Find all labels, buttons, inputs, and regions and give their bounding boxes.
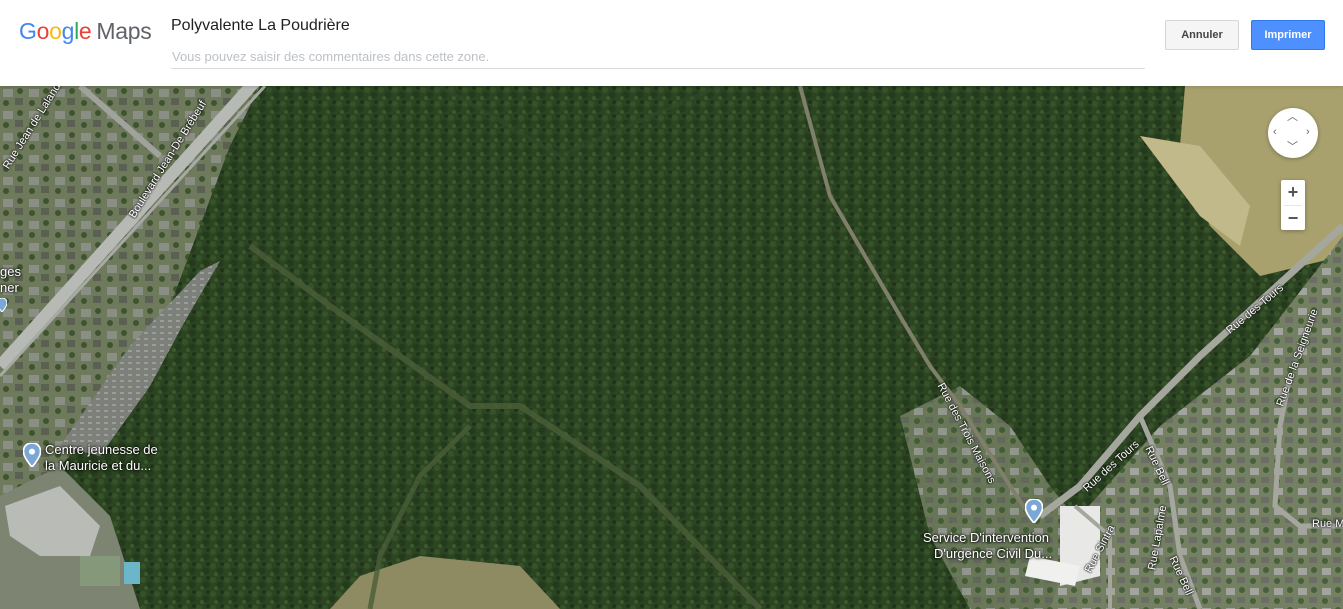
poi-label-line2: D'urgence Civil Du... bbox=[934, 546, 1053, 561]
poi-label-line2: la Mauricie et du... bbox=[45, 458, 152, 473]
print-header: GoogleMaps Polyvalente La Poudrière Annu… bbox=[0, 0, 1343, 86]
satellite-imagery bbox=[0, 86, 1343, 609]
poi-label-centre-jeunesse[interactable]: Centre jeunesse de la Mauricie et du... bbox=[45, 442, 158, 474]
print-button[interactable]: Imprimer bbox=[1251, 20, 1325, 50]
poi-label-line1: Centre jeunesse de bbox=[45, 442, 158, 457]
zoom-control: + − bbox=[1281, 180, 1305, 230]
poi-partial-label-2: ner bbox=[0, 280, 19, 295]
poi-pin-icon[interactable] bbox=[23, 443, 41, 467]
road-label-rue-m: Rue M bbox=[1312, 518, 1343, 530]
pan-control[interactable]: ︿ ‹ › ﹀ bbox=[1268, 108, 1318, 158]
zoom-out-button[interactable]: − bbox=[1281, 206, 1305, 231]
chevron-down-icon[interactable]: ﹀ bbox=[1287, 142, 1298, 153]
poi-partial-label-1: ges bbox=[0, 264, 21, 279]
chevron-right-icon[interactable]: › bbox=[1306, 127, 1310, 138]
chevron-up-icon[interactable]: ︿ bbox=[1287, 112, 1298, 123]
chevron-left-icon[interactable]: ‹ bbox=[1273, 127, 1277, 138]
poi-pin-icon[interactable] bbox=[0, 298, 7, 312]
poi-pin-icon[interactable] bbox=[1025, 499, 1043, 523]
place-title: Polyvalente La Poudrière bbox=[171, 17, 350, 34]
poi-label-service-intervention[interactable]: Service D'intervention D'urgence Civil D… bbox=[923, 530, 1052, 562]
google-maps-logo: Google Maps bbox=[19, 18, 152, 44]
zoom-in-button[interactable]: + bbox=[1281, 180, 1305, 205]
poi-label-line1: Service D'intervention bbox=[923, 530, 1050, 545]
comments-input[interactable] bbox=[171, 44, 1145, 69]
satellite-map[interactable]: Rue Jean de Lalande Boulevard Jean-De Br… bbox=[0, 86, 1343, 609]
cancel-button[interactable]: Annuler bbox=[1165, 20, 1239, 50]
